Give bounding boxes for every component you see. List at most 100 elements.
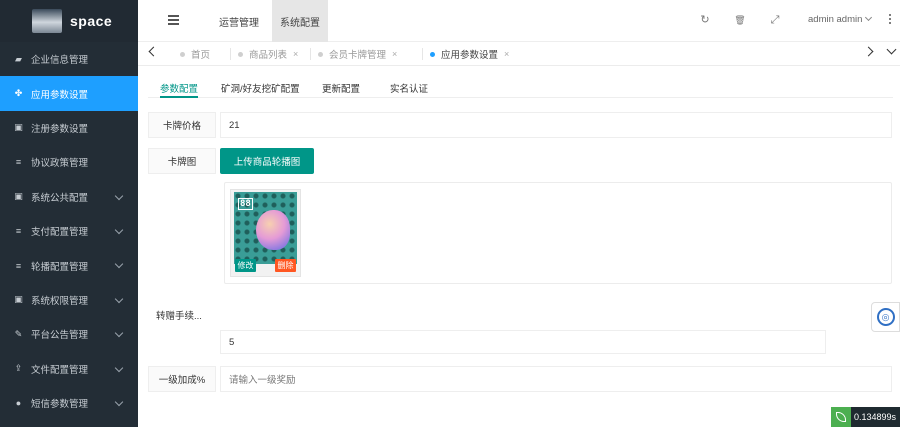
logo-image <box>32 9 62 33</box>
refresh-icon[interactable]: ↻ <box>699 14 711 26</box>
card-price-input[interactable]: 21 <box>220 112 892 138</box>
page-tab-label: 会员卡牌管理 <box>329 50 387 61</box>
page-tab-label: 首页 <box>191 50 211 61</box>
tab-status-dot <box>238 51 243 57</box>
upload-carousel-button[interactable]: 上传商品轮播图 <box>220 148 314 174</box>
page-tab[interactable]: 会员卡牌管理 × <box>318 42 397 66</box>
book-icon: ▰ <box>15 53 22 64</box>
sidebar-item[interactable]: ▣ 系统公共配置 <box>0 180 138 214</box>
page-tab-label: 应用参数设置 <box>441 50 499 61</box>
sidebar-item[interactable]: ≡ 轮播配置管理 <box>0 248 138 282</box>
sidebar-item[interactable]: ▰ 企业信息管理 <box>0 42 138 76</box>
sidebar-item-label: 企业信息管理 <box>31 55 89 67</box>
nav-system-config[interactable]: 系统配置 <box>272 0 328 42</box>
content-tab[interactable]: 矿洞/好友挖矿配置 <box>221 76 300 98</box>
sidebar-item[interactable]: ▣ 系统权限管理 <box>0 283 138 317</box>
image-preview-area <box>224 182 892 284</box>
page-tabs-bar: 首页 商品列表 × 会员卡牌管理 × 应用参数设置 × <box>138 42 900 66</box>
sidebar-item-label: 支付配置管理 <box>31 227 89 239</box>
content-tab[interactable]: 实名认证 <box>390 76 428 98</box>
page-tab-label: 商品列表 <box>249 50 288 61</box>
content-tab[interactable]: 更新配置 <box>322 76 360 98</box>
sidebar-item-label: 文件配置管理 <box>31 364 89 376</box>
chevron-right-icon[interactable] <box>863 46 874 57</box>
performance-time: 0.134899s <box>854 412 897 422</box>
fullscreen-icon[interactable]: ⤢ <box>769 14 781 26</box>
sidebar-item[interactable]: ≡ 协议政策管理 <box>0 145 138 179</box>
chevron-down-icon <box>114 363 124 372</box>
menu-toggle-icon[interactable] <box>168 15 179 25</box>
upload-icon: ⇪ <box>14 363 23 374</box>
app-icon: ✤ <box>14 88 23 99</box>
list-icon: ≡ <box>15 157 22 168</box>
sidebar-item[interactable]: ● 短信参数管理 <box>0 386 138 420</box>
more-vertical-icon[interactable] <box>889 14 892 26</box>
card-art <box>256 210 290 250</box>
card-number: 88 <box>238 198 253 210</box>
tab-divider <box>230 48 231 60</box>
chevron-left-icon[interactable] <box>148 46 159 57</box>
sidebar-item-label: 系统权限管理 <box>31 295 89 307</box>
chevron-down-icon <box>865 13 873 22</box>
clear-cache-icon[interactable]: 🗑 <box>734 14 746 26</box>
chevron-down-icon <box>114 328 124 338</box>
floating-helper-button[interactable]: ◎ <box>871 302 900 332</box>
refresh-circle-icon: ◎ <box>876 308 895 326</box>
sidebar-item-label: 协议政策管理 <box>31 158 89 170</box>
tab-status-dot <box>180 51 185 57</box>
nav-operations[interactable]: 运营管理 <box>208 0 270 42</box>
logo-text: space <box>70 13 113 29</box>
delete-image-button[interactable]: 删除 <box>275 259 296 272</box>
content-tabs: 参数配置 矿洞/好友挖矿配置 更新配置 实名认证 <box>148 76 893 98</box>
close-icon[interactable]: × <box>293 49 298 59</box>
tab-divider <box>422 48 423 60</box>
chevron-down-icon <box>114 225 124 235</box>
content-tab[interactable]: 参数配置 <box>160 76 199 98</box>
sidebar-item[interactable]: ⇪ 文件配置管理 <box>0 352 138 386</box>
sidebar-item[interactable]: ✤ 应用参数设置 <box>0 76 138 111</box>
card-image-label: 卡牌图 <box>148 148 216 174</box>
sidebar-item-label: 注册参数设置 <box>31 123 89 135</box>
page-tab[interactable]: 应用参数设置 × <box>430 42 509 66</box>
sidebar-menu: ▰ 企业信息管理 ✤ 应用参数设置 ▣ 注册参数设置 ≡ 协议政策管理 ▣ 系统公共配置 ≡ 支付配置… <box>0 42 138 420</box>
user-name: admin admin <box>808 14 863 25</box>
user-card-icon: ▣ <box>14 294 23 305</box>
tab-status-dot <box>318 51 323 57</box>
sidebar-item-label: 系统公共配置 <box>31 192 89 204</box>
top-header: 运营管理 系统配置 ↻ 🗑 ⤢ admin admin <box>138 0 900 42</box>
performance-badge: 0.134899s <box>831 407 900 427</box>
sidebar-item-label: 轮播配置管理 <box>31 261 89 273</box>
sidebar: space ▰ 企业信息管理 ✤ 应用参数设置 ▣ 注册参数设置 ≡ 协议政策管理 ▣ 系统公共配… <box>0 0 138 427</box>
logo[interactable]: space <box>0 0 138 42</box>
user-menu[interactable]: admin admin <box>808 13 873 25</box>
tab-divider <box>310 48 311 60</box>
sidebar-item-label: 应用参数设置 <box>31 89 89 101</box>
edit-icon: ✎ <box>14 328 23 339</box>
sidebar-item[interactable]: ≡ 支付配置管理 <box>0 214 138 248</box>
transfer-fee-label: 转赠手续... <box>148 302 216 328</box>
user-card-icon: ▣ <box>14 122 23 133</box>
sidebar-item[interactable]: ✎ 平台公告管理 <box>0 317 138 351</box>
card-price-label: 卡牌价格 <box>148 112 216 138</box>
page-tab[interactable]: 首页 <box>180 42 210 66</box>
chevron-down-icon <box>114 260 124 269</box>
chevron-down-icon <box>114 191 124 200</box>
close-icon[interactable]: × <box>392 49 397 59</box>
chevron-down-icon <box>114 397 124 407</box>
list-icon: ≡ <box>15 226 22 237</box>
transfer-fee-input[interactable]: 5 <box>220 330 826 354</box>
page-tab[interactable]: 商品列表 × <box>238 42 298 66</box>
close-icon[interactable]: × <box>504 49 509 59</box>
edit-image-button[interactable]: 修改 <box>235 259 256 272</box>
leaf-icon <box>831 407 851 427</box>
chevron-down-icon[interactable] <box>886 44 897 55</box>
level1-bonus-input[interactable]: 请输入一级奖励 <box>220 366 892 392</box>
sidebar-item-label: 短信参数管理 <box>31 399 89 411</box>
user-circle-icon: ● <box>15 398 22 409</box>
sidebar-item[interactable]: ▣ 注册参数设置 <box>0 111 138 145</box>
sidebar-item-label: 平台公告管理 <box>31 330 89 342</box>
chevron-down-icon <box>114 294 124 303</box>
card-thumbnail: 88 <box>234 192 297 264</box>
image-card: 88 修改 删除 <box>230 189 301 277</box>
level1-bonus-label: 一级加成% <box>148 366 216 392</box>
